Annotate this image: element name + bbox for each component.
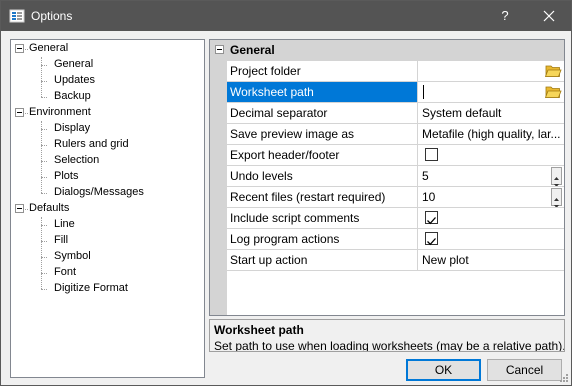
tree-item-defaults-fill[interactable]: Fill [54, 233, 68, 248]
property-value-decimal-separator[interactable]: System default [419, 103, 564, 123]
property-name[interactable]: Log program actions [227, 229, 418, 249]
tree-group-environment[interactable]: Environment [29, 105, 91, 120]
spinner-up-icon[interactable] [552, 168, 561, 180]
property-name[interactable]: Export header/footer [227, 145, 418, 165]
checkmark-icon [427, 238, 436, 246]
tree-connector-line [25, 209, 28, 210]
options-app-icon [9, 9, 25, 23]
tree-connector-line [41, 57, 42, 97]
tree-item-environment-rulers-and-grid[interactable]: Rulers and grid [54, 137, 129, 152]
spinner-control[interactable] [551, 167, 562, 186]
property-value-text: System default [422, 106, 502, 120]
property-value-recent-files-restart-required[interactable]: 10 [419, 187, 564, 207]
tree-collapse-icon[interactable] [15, 204, 24, 213]
close-icon[interactable] [527, 1, 571, 31]
description-title: Worksheet path [214, 323, 304, 337]
tree-item-environment-plots[interactable]: Plots [54, 169, 78, 184]
collapse-icon[interactable] [215, 45, 224, 54]
tree-item-defaults-digitize-format[interactable]: Digitize Format [54, 281, 128, 296]
tree-connector-line [41, 217, 42, 289]
description-text: Set path to use when loading worksheets … [214, 339, 565, 352]
property-value-log-program-actions[interactable] [419, 229, 564, 249]
checkbox-checked[interactable] [425, 232, 438, 246]
tree-item-defaults-symbol[interactable]: Symbol [54, 249, 91, 264]
property-row-log-program-actions[interactable]: Log program actions [227, 229, 564, 250]
text-caret [423, 85, 424, 99]
spinner-control[interactable] [551, 188, 562, 207]
property-row-decimal-separator[interactable]: Decimal separator System default [227, 103, 564, 124]
property-value-text: New plot [422, 253, 469, 267]
description-panel: Worksheet path Set path to use when load… [209, 319, 565, 352]
help-button[interactable]: ? [485, 1, 525, 31]
property-value-text: 10 [422, 190, 436, 204]
property-value-project-folder[interactable] [419, 61, 564, 81]
spinner-down-icon[interactable] [552, 197, 561, 207]
checkbox-checked[interactable] [425, 211, 438, 225]
property-row-project-folder[interactable]: Project folder [227, 61, 564, 82]
tree-item-general-backup[interactable]: Backup [54, 89, 91, 104]
property-name[interactable]: Start up action [227, 250, 418, 270]
property-value-text: 5 [422, 169, 429, 183]
property-value-text: Metafile (high quality, lar... [422, 127, 561, 141]
tree-connector-line [41, 289, 47, 290]
tree-group-general[interactable]: General [29, 41, 68, 56]
property-row-undo-levels[interactable]: Undo levels 5 [227, 166, 564, 187]
tree-group-defaults[interactable]: Defaults [29, 201, 69, 216]
title-bar[interactable]: Options ? [1, 1, 571, 31]
property-row-include-script-comments[interactable]: Include script comments [227, 208, 564, 229]
property-row-save-preview-image-as[interactable]: Save preview image as Metafile (high qual… [227, 124, 564, 145]
spinner-down-icon[interactable] [552, 176, 561, 186]
options-category-tree[interactable]: General General Updates Backup Environment Di… [10, 39, 205, 378]
resize-grip-icon[interactable] [559, 373, 569, 383]
tree-collapse-icon[interactable] [15, 108, 24, 117]
browse-folder-icon[interactable] [545, 63, 562, 78]
cancel-button[interactable]: Cancel [487, 359, 562, 381]
tree-connector-line [41, 193, 47, 194]
category-label: General [230, 43, 275, 57]
property-name[interactable]: Save preview image as [227, 124, 418, 144]
property-grid: General Project folder Worksheet path Deci… [209, 39, 565, 316]
spinner-up-icon[interactable] [552, 189, 561, 201]
property-name[interactable]: Worksheet path [227, 82, 418, 102]
property-value-save-preview-image-as[interactable]: Metafile (high quality, lar... [419, 124, 564, 144]
window-title: Options [31, 9, 73, 23]
property-name[interactable]: Include script comments [227, 208, 418, 228]
property-name[interactable]: Undo levels [227, 166, 418, 186]
property-grid-gutter [210, 61, 227, 315]
property-row-start-up-action[interactable]: Start up action New plot [227, 250, 564, 271]
property-value-undo-levels[interactable]: 5 [419, 166, 564, 186]
category-header-general[interactable]: General [210, 40, 564, 61]
checkbox-unchecked[interactable] [425, 148, 438, 161]
property-name[interactable]: Project folder [227, 61, 418, 81]
property-row-export-header-footer[interactable]: Export header/footer [227, 145, 564, 166]
tree-collapse-icon[interactable] [15, 44, 24, 53]
property-name[interactable]: Recent files (restart required) [227, 187, 418, 207]
tree-item-environment-display[interactable]: Display [54, 121, 90, 136]
ok-button[interactable]: OK [406, 359, 481, 381]
tree-item-defaults-font[interactable]: Font [54, 265, 76, 280]
browse-folder-icon[interactable] [545, 84, 562, 99]
tree-connector-line [25, 113, 28, 114]
tree-item-general-updates[interactable]: Updates [54, 73, 95, 88]
property-name[interactable]: Decimal separator [227, 103, 418, 123]
tree-item-environment-dialogs-messages[interactable]: Dialogs/Messages [54, 185, 144, 200]
property-value-export-header-footer[interactable] [419, 145, 564, 165]
tree-connector-line [41, 121, 42, 193]
tree-item-defaults-line[interactable]: Line [54, 217, 75, 232]
tree-connector-line [41, 97, 47, 98]
options-dialog: Options ? General General Updates Backup Env… [0, 0, 572, 386]
property-value-start-up-action[interactable]: New plot [419, 250, 564, 270]
tree-item-environment-selection[interactable]: Selection [54, 153, 99, 168]
property-value-include-script-comments[interactable] [419, 208, 564, 228]
tree-connector-line [25, 49, 28, 50]
property-row-worksheet-path[interactable]: Worksheet path [227, 82, 564, 103]
checkmark-icon [427, 217, 436, 225]
property-row-recent-files-restart-required[interactable]: Recent files (restart required) 10 [227, 187, 564, 208]
tree-item-general-general[interactable]: General [54, 57, 93, 72]
property-value-worksheet-path[interactable] [419, 82, 564, 102]
